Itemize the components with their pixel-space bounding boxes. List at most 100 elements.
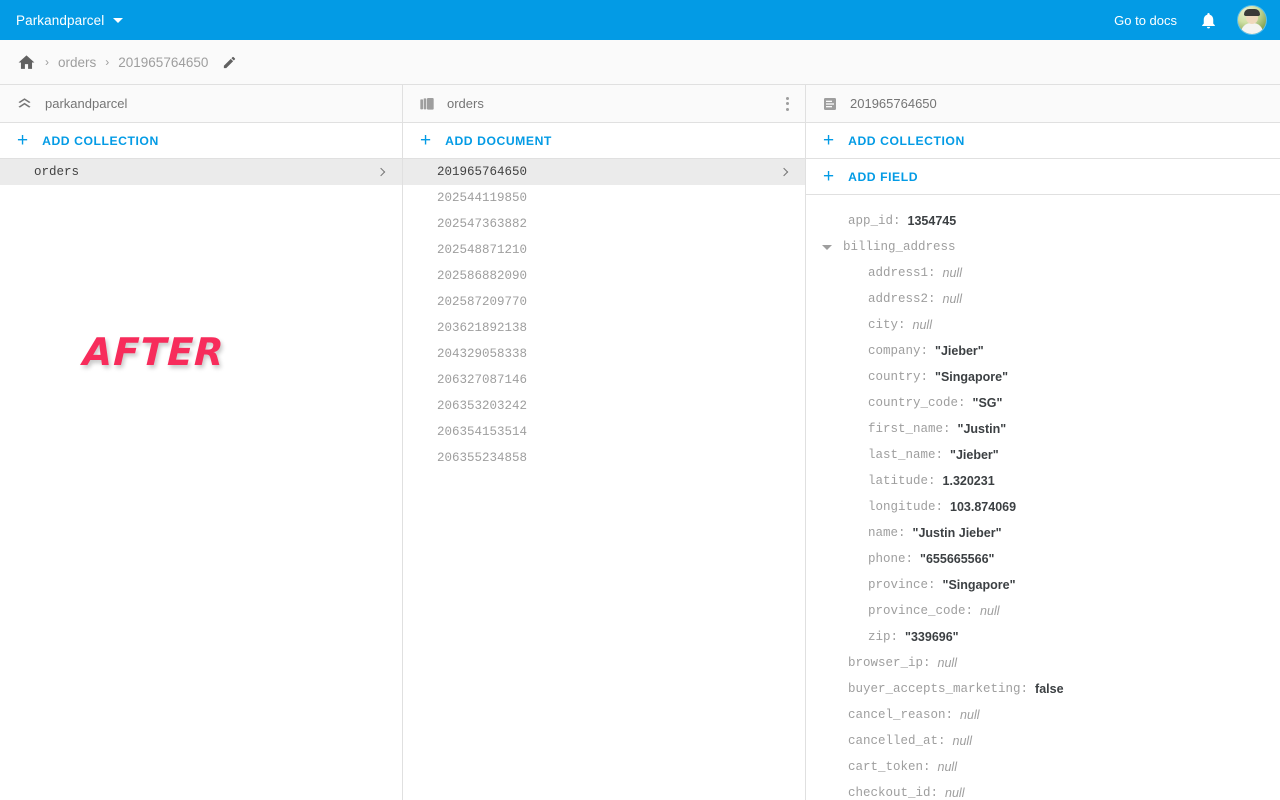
field-value: "Singapore" [943, 578, 1016, 592]
add-collection-label: ADD COLLECTION [42, 134, 159, 148]
add-collection-button[interactable]: + ADD COLLECTION [0, 123, 402, 159]
add-collection-button-detail[interactable]: + ADD COLLECTION [806, 123, 1280, 159]
field-value: null [953, 734, 972, 748]
field-value: null [938, 656, 957, 670]
collection-list-item[interactable]: orders [0, 159, 402, 185]
document-list-item[interactable]: 201965764650 [403, 159, 805, 185]
field-value: false [1035, 682, 1064, 696]
field-key: city [868, 318, 898, 332]
field-colon: : [928, 474, 936, 488]
field-value: "Singapore" [935, 370, 1008, 384]
document-field-row: name:"Justin Jieber" [806, 520, 1280, 546]
document-id: 202586882090 [437, 269, 791, 283]
chevron-right-icon [377, 168, 385, 176]
field-colon: : [931, 786, 939, 800]
field-key: longitude [868, 500, 936, 514]
document-id: 202548871210 [437, 243, 791, 257]
document-field-row: address2:null [806, 286, 1280, 312]
document-list-item[interactable]: 204329058338 [403, 341, 805, 367]
go-to-docs-link[interactable]: Go to docs [1114, 13, 1177, 28]
field-colon: : [898, 318, 906, 332]
document-field-row: phone:"655665566" [806, 546, 1280, 572]
add-document-button[interactable]: + ADD DOCUMENT [403, 123, 805, 159]
document-list-item[interactable]: 202586882090 [403, 263, 805, 289]
document-field-row: address1:null [806, 260, 1280, 286]
document-field-row: province_code:null [806, 598, 1280, 624]
after-annotation: AFTER [82, 330, 225, 374]
pencil-edit-icon[interactable] [222, 55, 237, 70]
field-colon: : [966, 604, 974, 618]
document-field-row: cart_token:null [806, 754, 1280, 780]
chevron-down-icon[interactable] [113, 18, 123, 23]
document-id: 203621892138 [437, 321, 791, 335]
field-colon: : [921, 344, 929, 358]
field-key: phone [868, 552, 906, 566]
field-value: null [938, 760, 957, 774]
document-id: 202547363882 [437, 217, 791, 231]
field-value: "Justin Jieber" [913, 526, 1002, 540]
notification-bell-icon[interactable] [1199, 11, 1218, 30]
field-value: null [913, 318, 932, 332]
document-list-item[interactable]: 206354153514 [403, 419, 805, 445]
kebab-menu-icon[interactable] [782, 91, 793, 117]
document-field-row: city: null [806, 312, 1280, 338]
document-list-item[interactable]: 202544119850 [403, 185, 805, 211]
document-list-item[interactable]: 202587209770 [403, 289, 805, 315]
document-field-row: cancel_reason:null [806, 702, 1280, 728]
field-value: null [960, 708, 979, 722]
field-key: buyer_accepts_marketing [848, 682, 1021, 696]
field-colon: : [928, 578, 936, 592]
document-list-item[interactable]: 202547363882 [403, 211, 805, 237]
project-name: Parkandparcel [16, 13, 104, 28]
user-avatar[interactable] [1238, 6, 1266, 34]
documents-pane-header: orders [403, 85, 805, 123]
field-key: first_name [868, 422, 943, 436]
document-list-item[interactable]: 203621892138 [403, 315, 805, 341]
breadcrumb-item-document[interactable]: 201965764650 [118, 55, 208, 70]
field-key: cancelled_at [848, 734, 938, 748]
document-list-item[interactable]: 206327087146 [403, 367, 805, 393]
field-key: latitude [868, 474, 928, 488]
document-list-item[interactable]: 202548871210 [403, 237, 805, 263]
document-detail-pane: 201965764650 + ADD COLLECTION + ADD FIEL… [806, 85, 1280, 800]
field-key: browser_ip [848, 656, 923, 670]
document-field-row: country:"Singapore" [806, 364, 1280, 390]
collections-pane-title: parkandparcel [45, 96, 127, 111]
document-icon [822, 96, 838, 112]
add-field-button[interactable]: + ADD FIELD [806, 159, 1280, 195]
firestore-database-icon [16, 95, 33, 112]
field-key: checkout_id [848, 786, 931, 800]
field-value: "339696" [905, 630, 959, 644]
document-field-row: cancelled_at: null [806, 728, 1280, 754]
field-value: null [943, 292, 962, 306]
home-icon[interactable] [17, 53, 36, 72]
field-colon: : [936, 500, 944, 514]
field-colon: : [938, 734, 946, 748]
document-field-row: zip:"339696" [806, 624, 1280, 650]
documents-pane: orders + ADD DOCUMENT 201965764650202544… [403, 85, 806, 800]
field-key: province [868, 578, 928, 592]
field-value: null [943, 266, 962, 280]
field-colon: : [943, 422, 951, 436]
field-key: company [868, 344, 921, 358]
field-colon: : [1021, 682, 1029, 696]
breadcrumb-item-orders[interactable]: orders [58, 55, 96, 70]
triangle-down-icon[interactable] [822, 245, 832, 250]
document-id: 206355234858 [437, 451, 791, 465]
field-value: "Jieber" [935, 344, 984, 358]
field-value: "Justin" [958, 422, 1007, 436]
document-field-row: first_name: "Justin" [806, 416, 1280, 442]
document-list-item[interactable]: 206353203242 [403, 393, 805, 419]
collection-name: orders [34, 165, 378, 179]
document-field-row: buyer_accepts_marketing: false [806, 676, 1280, 702]
document-field-row: app_id:1354745 [806, 208, 1280, 234]
plus-icon: + [823, 167, 834, 186]
document-list-item[interactable]: 206355234858 [403, 445, 805, 471]
three-column-layout: parkandparcel + ADD COLLECTION orders AF… [0, 85, 1280, 800]
field-colon: : [898, 526, 906, 540]
field-colon: : [893, 214, 901, 228]
document-field-row[interactable]: billing_address [806, 234, 1280, 260]
project-selector[interactable]: Parkandparcel [16, 13, 123, 28]
collections-pane: parkandparcel + ADD COLLECTION orders AF… [0, 85, 403, 800]
field-key: last_name [868, 448, 936, 462]
